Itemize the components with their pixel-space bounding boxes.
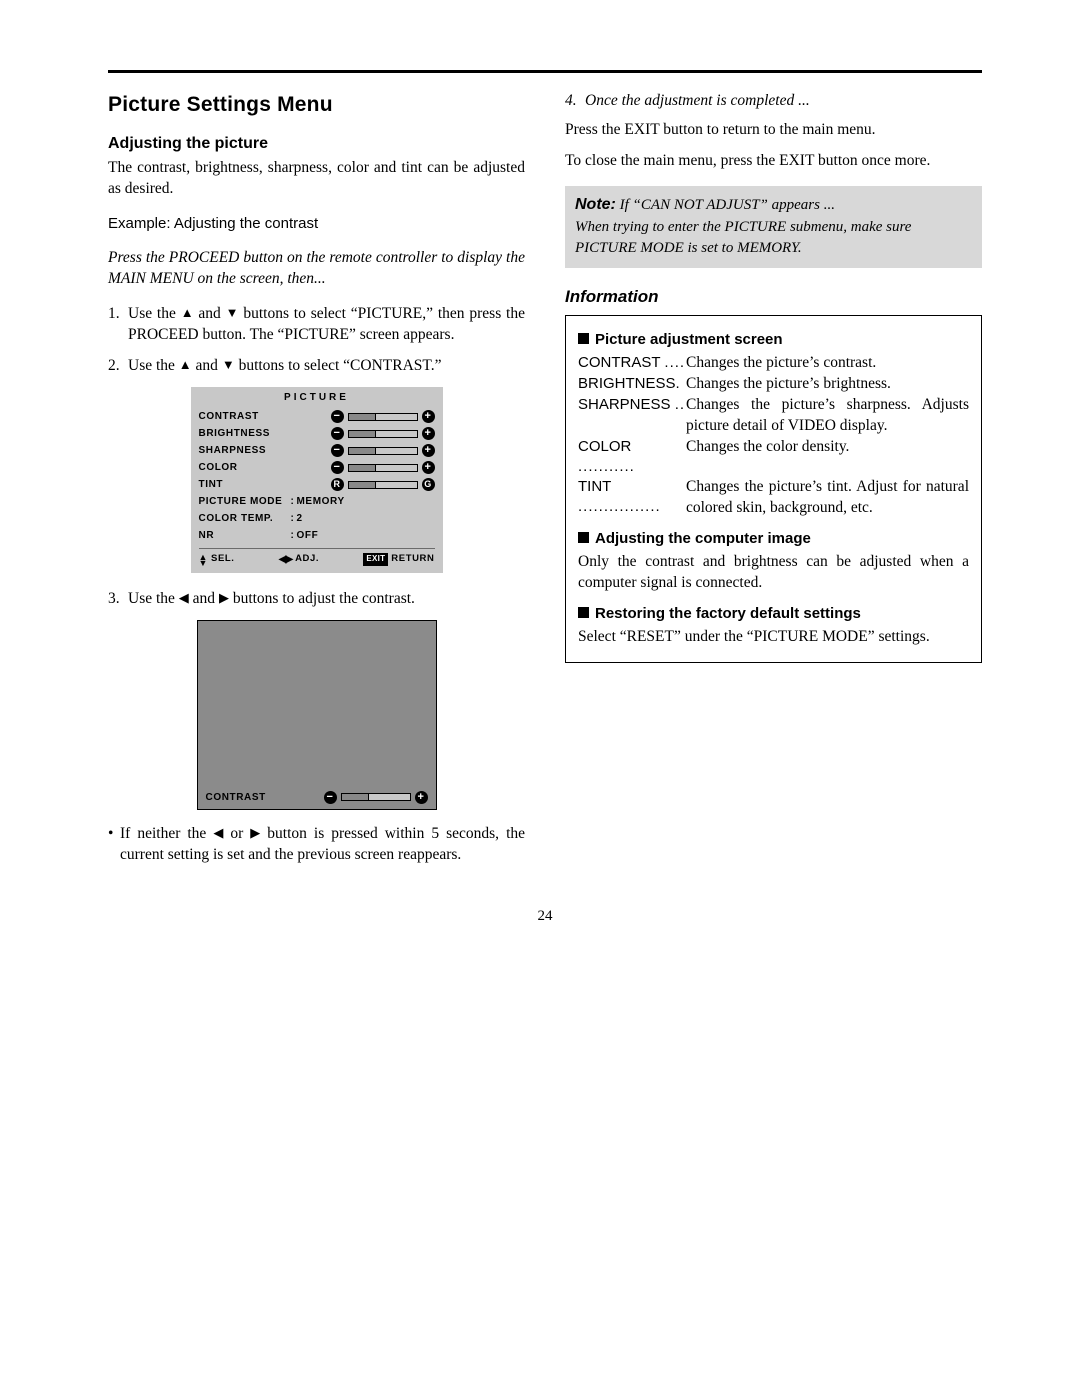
note-box: Note: If “CAN NOT ADJUST” appears ... Wh…: [565, 186, 982, 268]
minus-icon: −: [331, 461, 344, 474]
left-arrow-icon: ◀: [213, 824, 223, 842]
def-contrast: CONTRAST .... Changes the picture’s cont…: [578, 353, 969, 374]
preview-image-area: [198, 621, 436, 786]
osd-row-contrast: CONTRAST − +: [199, 408, 435, 425]
plus-icon: +: [415, 791, 428, 804]
osd-row-tint: TINT R G: [199, 476, 435, 493]
left-arrow-icon: ◀: [179, 589, 189, 607]
step-1: 1. Use the ▲ and ▼ buttons to select “PI…: [108, 304, 525, 346]
info-sub-factory-defaults: Restoring the factory default settings: [578, 604, 969, 624]
osd-row-sharpness: SHARPNESS − +: [199, 442, 435, 459]
bullet-timeout: • If neither the ◀ or ▶ button is presse…: [108, 824, 525, 866]
two-column-layout: Picture Settings Menu Adjusting the pict…: [108, 91, 982, 866]
information-title: Information: [565, 286, 982, 309]
square-bullet-icon: [578, 333, 589, 344]
info-sub-computer-image: Adjusting the computer image: [578, 529, 969, 549]
exit-instruction-1: Press the EXIT button to return to the m…: [565, 120, 982, 141]
square-bullet-icon: [578, 607, 589, 618]
plus-icon: +: [422, 444, 435, 457]
minus-icon: −: [331, 427, 344, 440]
osd-row-brightness: BRIGHTNESS − +: [199, 425, 435, 442]
section-title: Picture Settings Menu: [108, 91, 525, 119]
exit-instruction-2: To close the main menu, press the EXIT b…: [565, 151, 982, 172]
def-brightness: BRIGHTNESS. Changes the picture’s bright…: [578, 374, 969, 395]
exit-badge-icon: EXIT: [363, 553, 388, 566]
plus-icon: +: [422, 427, 435, 440]
right-column: 4. Once the adjustment is completed ... …: [565, 91, 982, 866]
osd-row-color-temp: COLOR TEMP. : 2: [199, 510, 435, 527]
osd-footer: ▲▼SEL. ◀▶ADJ. EXITRETURN: [199, 548, 435, 567]
steps-list-cont: 3. Use the ◀ and ▶ buttons to adjust the…: [108, 589, 525, 610]
down-arrow-icon: ▼: [226, 304, 239, 322]
def-color: COLOR ........... Changes the color dens…: [578, 437, 969, 478]
plus-icon: +: [422, 461, 435, 474]
preview-screen: CONTRAST − +: [197, 620, 437, 811]
right-arrow-icon: ▶: [219, 589, 229, 607]
info-computer-image-text: Only the contrast and brightness can be …: [578, 552, 969, 594]
preview-slider-bar: CONTRAST − +: [198, 786, 436, 810]
osd-picture-menu: PICTURE CONTRAST − + BRIGHTNESS − + SHAR…: [191, 387, 443, 573]
note-bullets: • If neither the ◀ or ▶ button is presse…: [108, 824, 525, 866]
step-4: 4. Once the adjustment is completed ...: [565, 91, 982, 112]
steps-list: 1. Use the ▲ and ▼ buttons to select “PI…: [108, 304, 525, 377]
top-divider: [108, 70, 982, 73]
def-tint: TINT ................ Changes the pictur…: [578, 477, 969, 519]
leftright-icon: ◀▶: [279, 553, 292, 567]
r-icon: R: [331, 478, 344, 491]
plus-icon: +: [422, 410, 435, 423]
definitions-list: CONTRAST .... Changes the picture’s cont…: [578, 353, 969, 519]
right-arrow-icon: ▶: [250, 824, 260, 842]
subheading-adjusting: Adjusting the picture: [108, 133, 525, 155]
minus-icon: −: [331, 410, 344, 423]
left-column: Picture Settings Menu Adjusting the pict…: [108, 91, 525, 866]
example-line: Example: Adjusting the contrast: [108, 214, 525, 234]
step-2: 2. Use the ▲ and ▼ buttons to select “CO…: [108, 356, 525, 377]
note-label: Note:: [575, 196, 616, 213]
page-number: 24: [108, 906, 982, 926]
osd-row-color: COLOR − +: [199, 459, 435, 476]
preamble: Press the PROCEED button on the remote c…: [108, 248, 525, 290]
g-icon: G: [422, 478, 435, 491]
step-3: 3. Use the ◀ and ▶ buttons to adjust the…: [108, 589, 525, 610]
up-arrow-icon: ▲: [181, 304, 194, 322]
minus-icon: −: [324, 791, 337, 804]
down-arrow-icon: ▼: [222, 356, 235, 374]
slider-bar: [348, 413, 418, 421]
updown-icon: ▲▼: [199, 554, 209, 566]
info-factory-defaults-text: Select “RESET” under the “PICTURE MODE” …: [578, 627, 969, 648]
minus-icon: −: [331, 444, 344, 457]
steps-continued: 4. Once the adjustment is completed ...: [565, 91, 982, 112]
information-box: Picture adjustment screen CONTRAST .... …: [565, 315, 982, 664]
info-sub-picture-adjustment: Picture adjustment screen: [578, 330, 969, 350]
osd-title: PICTURE: [199, 391, 435, 405]
up-arrow-icon: ▲: [179, 356, 192, 374]
osd-row-picture-mode: PICTURE MODE : MEMORY: [199, 493, 435, 510]
osd-row-nr: NR : OFF: [199, 527, 435, 544]
square-bullet-icon: [578, 532, 589, 543]
def-sharpness: SHARPNESS .. Changes the picture’s sharp…: [578, 395, 969, 437]
intro-paragraph: The contrast, brightness, sharpness, col…: [108, 158, 525, 200]
